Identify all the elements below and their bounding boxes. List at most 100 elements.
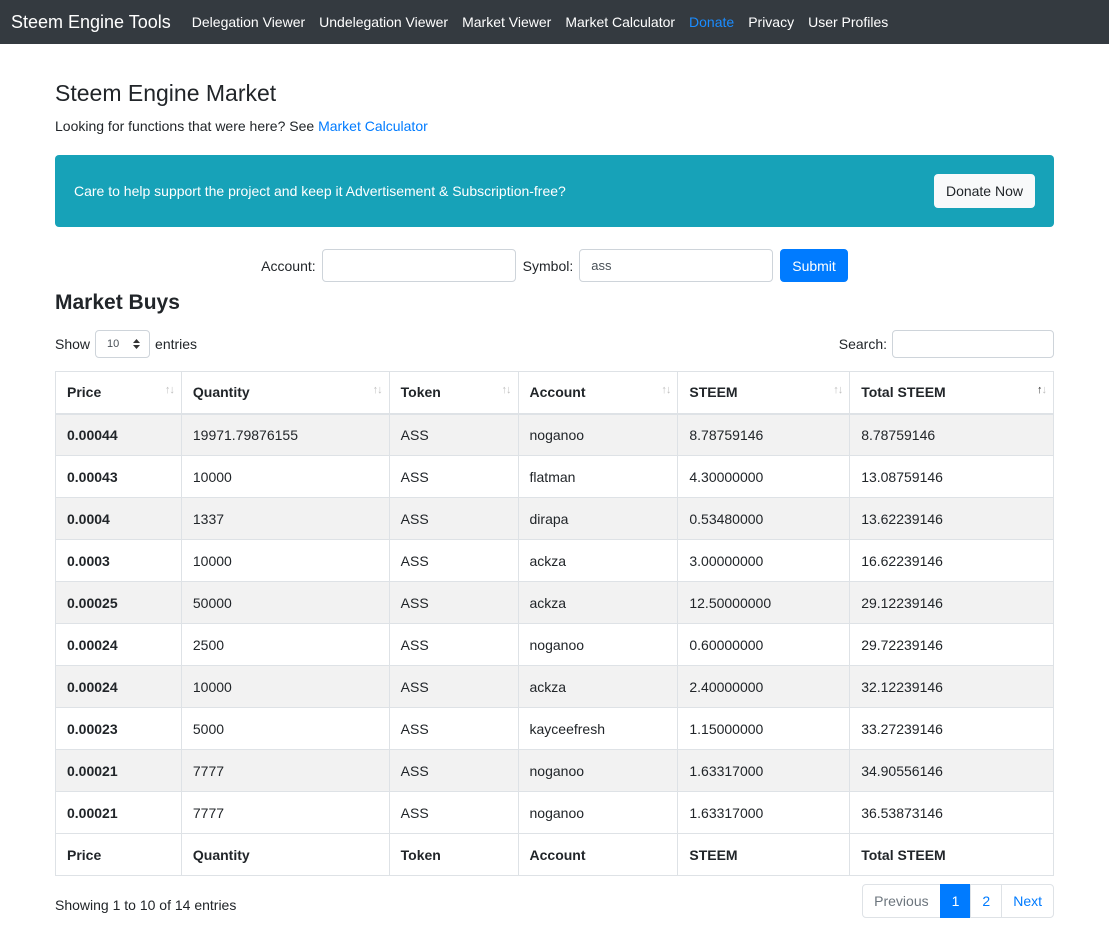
cell-token: ASS: [388, 455, 519, 498]
page-size-control: Show 10 entries: [55, 330, 197, 358]
table-row: 0.00024 2500 ASS noganoo 0.60000000 29.722391…: [55, 623, 1054, 666]
header-price[interactable]: Price ↑↓: [55, 371, 182, 415]
header-total-steem-label: Total STEEM: [861, 384, 946, 401]
donate-now-button[interactable]: Donate Now: [933, 174, 1035, 208]
cell-token: ASS: [388, 665, 519, 708]
query-form: Account: Symbol: Submit: [55, 249, 1054, 282]
search-label: Search:: [838, 336, 887, 352]
cell-steem: 3.00000000: [677, 539, 851, 582]
cell-total-steem: 33.27239146: [849, 707, 1054, 750]
page-size-select[interactable]: 10: [95, 330, 151, 358]
cell-account: kayceefresh: [517, 707, 679, 750]
cell-steem: 12.50000000: [677, 581, 851, 624]
entries-info: Showing 1 to 10 of 14 entries: [55, 896, 237, 913]
cell-steem: 0.60000000: [677, 623, 851, 666]
header-quantity[interactable]: Quantity ↑↓: [180, 371, 390, 415]
show-label: Show: [55, 336, 91, 352]
nav-user-profiles[interactable]: User Profiles: [808, 14, 888, 30]
page-1-button[interactable]: 1: [939, 883, 972, 918]
header-token[interactable]: Token ↑↓: [388, 371, 519, 415]
cell-account: ackza: [517, 539, 679, 582]
header-total-steem[interactable]: Total STEEM ↑↓: [849, 371, 1054, 415]
table-row: 0.00025 50000 ASS ackza 12.50000000 29.122391…: [55, 581, 1054, 624]
cell-steem: 1.63317000: [677, 749, 851, 792]
cell-steem: 8.78759146: [677, 413, 851, 456]
cell-steem: 4.30000000: [677, 455, 851, 498]
table-row: 0.0004 1337 ASS dirapa 0.53480000 13.62239146: [55, 497, 1054, 540]
nav-privacy[interactable]: Privacy: [748, 14, 794, 30]
cell-account: ackza: [517, 665, 679, 708]
search-input[interactable]: [892, 330, 1054, 358]
previous-button[interactable]: Previous: [862, 883, 941, 918]
submit-button[interactable]: Submit: [780, 249, 848, 282]
cell-account: noganoo: [517, 413, 679, 456]
table-row: 0.00021 7777 ASS noganoo 1.63317000 36.538731…: [55, 791, 1054, 834]
cell-account: ackza: [517, 581, 679, 624]
symbol-label: Symbol:: [522, 257, 574, 274]
market-buys-table: Price ↑↓ Quantity ↑↓ Token ↑↓ Account ↑↓ STE…: [55, 371, 1054, 876]
cell-token: ASS: [388, 497, 519, 540]
footer-total-steem: Total STEEM: [849, 833, 1054, 876]
market-calculator-link[interactable]: Market Calculator: [318, 118, 428, 134]
footer-price: Price: [55, 833, 182, 876]
cell-token: ASS: [388, 581, 519, 624]
cell-account: dirapa: [517, 497, 679, 540]
alert-text: Care to help support the project and kee…: [74, 183, 566, 199]
header-token-label: Token: [400, 384, 441, 401]
section-title: Market Buys: [55, 291, 180, 314]
select-arrows-icon: [133, 339, 141, 349]
cell-token: ASS: [388, 623, 519, 666]
cell-price: 0.00025: [55, 581, 182, 624]
table-row: 0.00021 7777 ASS noganoo 1.63317000 34.905561…: [55, 749, 1054, 792]
header-steem-label: STEEM: [689, 384, 738, 401]
header-steem[interactable]: STEEM ↑↓: [677, 371, 851, 415]
brand-link[interactable]: Steem Engine Tools: [11, 12, 171, 33]
footer-token: Token: [388, 833, 519, 876]
next-button[interactable]: Next: [1001, 883, 1054, 918]
cell-quantity: 19971.79876155: [180, 413, 390, 456]
footer-quantity: Quantity: [180, 833, 390, 876]
cell-total-steem: 13.08759146: [849, 455, 1054, 498]
cell-steem: 0.53480000: [677, 497, 851, 540]
symbol-input[interactable]: [579, 249, 774, 282]
table-row: 0.00044 19971.79876155 ASS noganoo 8.7875914…: [55, 413, 1054, 456]
header-account[interactable]: Account ↑↓: [517, 371, 679, 415]
cell-quantity: 10000: [180, 665, 390, 708]
cell-price: 0.00023: [55, 707, 182, 750]
cell-total-steem: 34.90556146: [849, 749, 1054, 792]
cell-account: noganoo: [517, 623, 679, 666]
nav-market-calculator[interactable]: Market Calculator: [565, 14, 675, 30]
entries-label: entries: [155, 336, 198, 352]
table-row: 0.00023 5000 ASS kayceefresh 1.15000000 33.27…: [55, 707, 1054, 750]
cell-steem: 1.15000000: [677, 707, 851, 750]
cell-account: noganoo: [517, 791, 679, 834]
nav-undelegation-viewer[interactable]: Undelegation Viewer: [319, 14, 448, 30]
cell-price: 0.0003: [55, 539, 182, 582]
cell-total-steem: 16.62239146: [849, 539, 1054, 582]
nav-delegation-viewer[interactable]: Delegation Viewer: [192, 14, 305, 30]
account-label: Account:: [261, 257, 316, 274]
cell-quantity: 1337: [180, 497, 390, 540]
sort-asc-icon: ↑↓: [1037, 384, 1047, 396]
cell-quantity: 7777: [180, 791, 390, 834]
cell-price: 0.00024: [55, 665, 182, 708]
cell-quantity: 2500: [180, 623, 390, 666]
sort-icon: ↑↓: [833, 384, 843, 396]
search-control: Search:: [839, 330, 1054, 358]
sort-icon: ↑↓: [501, 384, 512, 396]
page-size-value: 10: [107, 338, 120, 350]
cell-token: ASS: [388, 707, 519, 750]
page-2-button[interactable]: 2: [970, 883, 1003, 918]
nav-market-viewer[interactable]: Market Viewer: [462, 14, 551, 30]
subtitle-text: Looking for functions that were here? Se…: [55, 118, 315, 134]
sort-icon: ↑↓: [661, 384, 671, 396]
footer-steem: STEEM: [677, 833, 851, 876]
cell-quantity: 5000: [180, 707, 390, 750]
header-account-label: Account: [529, 384, 586, 401]
sort-icon: ↑↓: [164, 384, 175, 396]
nav-donate[interactable]: Donate: [689, 14, 734, 30]
pagination: Previous 1 2 Next: [862, 883, 1054, 918]
main-container: Steem Engine Market Looking for function…: [55, 44, 1054, 918]
account-input[interactable]: [321, 249, 516, 282]
top-navbar: Steem Engine Tools Delegation Viewer Und…: [0, 0, 1109, 44]
